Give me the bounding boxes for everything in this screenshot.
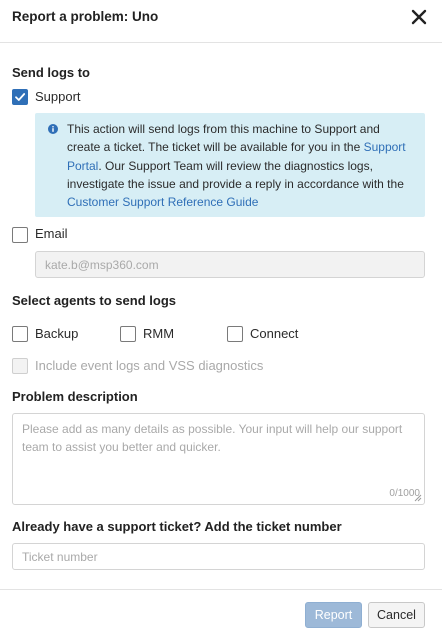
reference-guide-link[interactable]: Customer Support Reference Guide [67, 195, 258, 209]
info-text: This action will send logs from this mac… [67, 120, 413, 211]
support-checkbox[interactable] [12, 89, 28, 105]
support-info-box: This action will send logs from this mac… [35, 113, 425, 217]
ticket-number-input[interactable] [12, 543, 425, 570]
connect-label[interactable]: Connect [250, 326, 298, 341]
info-text-part1: This action will send logs from this mac… [67, 122, 380, 155]
connect-checkbox[interactable] [227, 326, 243, 342]
event-logs-label: Include event logs and VSS diagnostics [35, 358, 264, 373]
event-logs-checkbox[interactable] [12, 358, 28, 374]
email-checkbox[interactable] [12, 227, 28, 243]
problem-title: Problem description [12, 389, 138, 404]
rmm-checkbox[interactable] [120, 326, 136, 342]
report-button[interactable]: Report [305, 602, 362, 628]
backup-checkbox[interactable] [12, 326, 28, 342]
agents-title: Select agents to send logs [12, 293, 176, 308]
email-label[interactable]: Email [35, 226, 68, 241]
dialog-header: Report a problem: Uno [0, 0, 442, 43]
backup-label[interactable]: Backup [35, 326, 78, 341]
info-text-part2: . Our Support Team will review the diagn… [67, 158, 404, 191]
support-label[interactable]: Support [35, 89, 81, 104]
cancel-button[interactable]: Cancel [368, 602, 425, 628]
dialog-title: Report a problem: Uno [12, 9, 159, 24]
resize-handle-icon[interactable] [414, 494, 422, 502]
email-field[interactable] [35, 251, 425, 278]
close-icon[interactable] [410, 8, 428, 26]
checkmark-icon [15, 93, 26, 101]
ticket-title: Already have a support ticket? Add the t… [12, 519, 342, 534]
info-icon [48, 124, 58, 134]
rmm-label[interactable]: RMM [143, 326, 174, 341]
send-logs-title: Send logs to [12, 65, 90, 80]
problem-description-input[interactable] [12, 413, 425, 505]
